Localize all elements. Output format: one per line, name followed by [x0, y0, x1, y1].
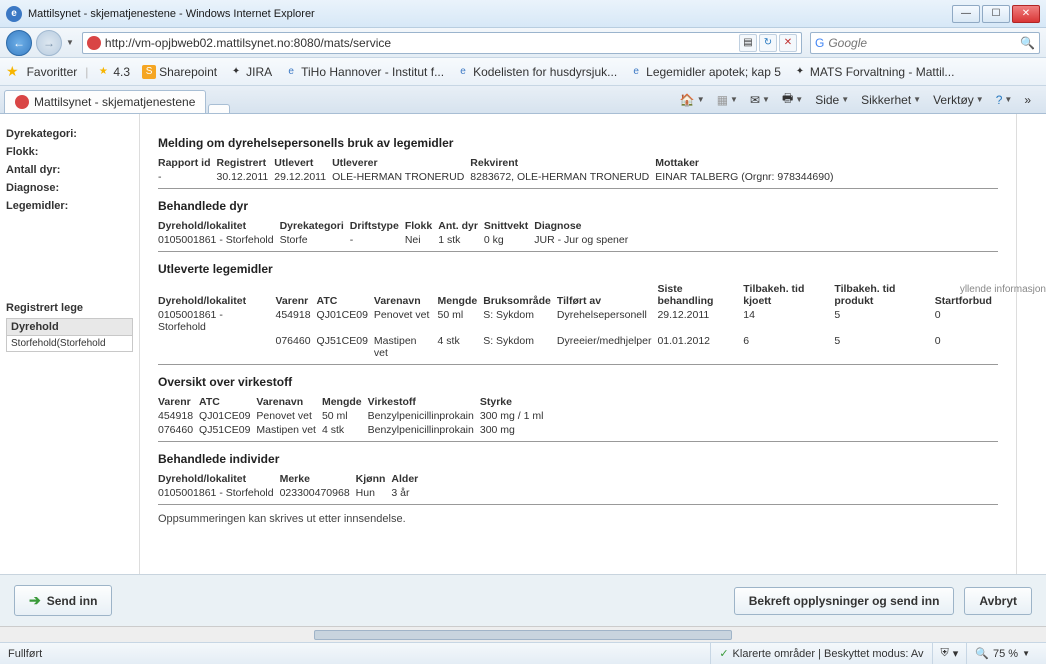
utleverte-table: Dyrehold/lokalitetVarenrATCVarenavnMengd…	[158, 282, 998, 360]
feeds-button[interactable]: ▦▼	[714, 91, 741, 109]
status-bar: Fullført ✓Klarerte områder | Beskyttet m…	[0, 642, 1046, 664]
status-protected-toggle[interactable]: ⛨▾	[932, 643, 967, 664]
expand-icon[interactable]: »	[1021, 91, 1034, 109]
dyrehold-value: Storfehold(Storfehold	[7, 336, 132, 351]
fav-item-jira[interactable]: ✦JIRA	[225, 63, 276, 81]
favorites-bar: ★ Favoritter | ★4.3 SSharepoint ✦JIRA eT…	[0, 58, 1046, 86]
hint-text: yllende informasjon	[960, 284, 1046, 295]
command-bar: 🏠▼ ▦▼ ✉▼ 🖶▼ Side▼ Sikkerhet▼ Verktøy▼ ?▼…	[677, 86, 1042, 113]
search-icon[interactable]: 🔍	[1020, 36, 1035, 50]
checkmark-icon: ✓	[719, 647, 728, 660]
page-menu[interactable]: Side▼	[812, 91, 852, 109]
tab-strip: Mattilsynet - skjematjenestene 🏠▼ ▦▼ ✉▼ …	[0, 86, 1046, 114]
table-row: 076460QJ51CE09Mastipen vet4 stkS: Sykdom…	[158, 334, 998, 360]
refresh-icon[interactable]: ↻	[759, 34, 777, 52]
rapport-table: Rapport id Registrert Utlevert Utleverer…	[158, 156, 839, 184]
label-flokk: Flokk:	[6, 146, 133, 158]
table-row: -30.12.201129.12.2011OLE-HERMAN TRONERUD…	[158, 170, 839, 184]
print-button[interactable]: 🖶▼	[779, 87, 806, 112]
table-row: 0105001861 - Storfehold454918QJ01CE09Pen…	[158, 308, 998, 334]
virkestoff-table: VarenrATCVarenavnMengdeVirkestoffStyrke …	[158, 395, 549, 437]
window-titlebar: e Mattilsynet - skjematjenestene - Windo…	[0, 0, 1046, 28]
send-button[interactable]: ➔ Send inn	[14, 585, 112, 616]
minimize-button[interactable]: —	[952, 5, 980, 23]
summary-note: Oppsummeringen kan skrives ut etter inns…	[158, 513, 998, 525]
ie-icon: e	[6, 6, 22, 22]
favorites-label[interactable]: Favoritter	[23, 63, 82, 81]
home-button[interactable]: 🏠▼	[677, 91, 708, 109]
home-icon: 🏠	[680, 93, 695, 107]
history-dropdown-icon[interactable]: ▼	[66, 38, 74, 47]
fav-item-tiho[interactable]: eTiHo Hannover - Institut f...	[280, 63, 448, 81]
zoom-control[interactable]: 🔍75 %▼	[966, 643, 1038, 664]
page-heading: Melding om dyrehelsepersonells bruk av l…	[158, 136, 998, 150]
fav-item-sharepoint[interactable]: SSharepoint	[138, 63, 221, 81]
help-icon: ?	[996, 93, 1003, 107]
section-individer: Behandlede individer	[158, 452, 998, 466]
rss-icon: ▦	[717, 93, 728, 107]
individer-table: Dyrehold/lokalitetMerkeKjønnAlder 010500…	[158, 472, 424, 500]
tab-title: Mattilsynet - skjematjenestene	[34, 95, 195, 109]
nav-toolbar: ← → ▼ ▤ ↻ ✕ G 🔍	[0, 28, 1046, 58]
zoom-icon: 🔍	[975, 647, 989, 660]
mail-button[interactable]: ✉▼	[747, 91, 773, 109]
fav-item-43[interactable]: ★4.3	[92, 63, 134, 81]
site-favicon	[87, 36, 101, 50]
confirm-button[interactable]: Bekreft opplysninger og send inn	[734, 587, 955, 615]
table-row: 0105001861 - Storfehold023300470968Hun3 …	[158, 486, 424, 500]
scrollbar-thumb[interactable]	[314, 630, 732, 640]
browser-tab[interactable]: Mattilsynet - skjematjenestene	[4, 90, 206, 113]
main-panel: Melding om dyrehelsepersonells bruk av l…	[140, 114, 1016, 626]
help-button[interactable]: ?▼	[993, 91, 1016, 109]
behandlede-dyr-table: Dyrehold/lokalitetDyrekategoriDriftstype…	[158, 219, 634, 247]
mail-icon: ✉	[750, 93, 760, 107]
fav-item-mats[interactable]: ✦MATS Forvaltning - Mattil...	[789, 63, 958, 81]
label-dyrekategori: Dyrekategori:	[6, 128, 133, 140]
label-antall-dyr: Antall dyr:	[6, 164, 133, 176]
google-icon: G	[815, 36, 824, 50]
address-bar[interactable]: ▤ ↻ ✕	[82, 32, 802, 54]
favorites-star-icon[interactable]: ★	[6, 63, 19, 80]
print-icon: 🖶	[782, 89, 793, 110]
stop-icon[interactable]: ✕	[779, 34, 797, 52]
status-trust: ✓Klarerte områder | Beskyttet modus: Av	[710, 643, 931, 664]
back-button[interactable]: ←	[6, 30, 32, 56]
fav-item-legemidler[interactable]: eLegemidler apotek; kap 5	[625, 63, 785, 81]
tools-menu[interactable]: Verktøy▼	[930, 91, 987, 109]
arrow-right-icon: ➔	[29, 592, 41, 609]
url-input[interactable]	[105, 36, 735, 50]
section-utleverte: Utleverte legemidler	[158, 262, 998, 276]
page-content: Dyrekategori: Flokk: Antall dyr: Diagnos…	[0, 114, 1046, 626]
table-row: 454918QJ01CE09Penovet vet50 mlBenzylpeni…	[158, 409, 549, 423]
search-input[interactable]	[828, 36, 1020, 50]
compat-icon[interactable]: ▤	[739, 34, 757, 52]
dyrehold-box: Dyrehold Storfehold(Storfehold	[6, 318, 133, 352]
cancel-button[interactable]: Avbryt	[964, 587, 1032, 615]
search-box[interactable]: G 🔍	[810, 32, 1040, 54]
tab-favicon	[15, 95, 29, 109]
table-row: 0105001861 - StorfeholdStorfe-Nei1 stk0 …	[158, 233, 634, 247]
new-tab-button[interactable]	[208, 104, 230, 113]
close-button[interactable]: ✕	[1012, 5, 1040, 23]
left-sidebar: Dyrekategori: Flokk: Antall dyr: Diagnos…	[0, 114, 140, 626]
right-gutter: yllende informasjon	[1016, 114, 1046, 626]
maximize-button[interactable]: ☐	[982, 5, 1010, 23]
section-virkestoff: Oversikt over virkestoff	[158, 375, 998, 389]
label-registrert-lege: Registrert lege	[6, 302, 133, 314]
table-row: 076460QJ51CE09Mastipen vet4 stkBenzylpen…	[158, 423, 549, 437]
action-bar: ➔ Send inn Bekreft opplysninger og send …	[0, 574, 1046, 626]
window-title: Mattilsynet - skjematjenestene - Windows…	[28, 8, 952, 20]
label-legemidler: Legemidler:	[6, 200, 133, 212]
forward-button[interactable]: →	[36, 30, 62, 56]
horizontal-scrollbar[interactable]	[0, 626, 1046, 642]
safety-menu[interactable]: Sikkerhet▼	[858, 91, 924, 109]
section-behandlede-dyr: Behandlede dyr	[158, 199, 998, 213]
status-text: Fullført	[8, 648, 42, 660]
shield-icon: ⛨	[941, 647, 949, 660]
fav-item-kodelisten[interactable]: eKodelisten for husdyrsjuk...	[452, 63, 621, 81]
dyrehold-header: Dyrehold	[7, 319, 132, 336]
label-diagnose: Diagnose:	[6, 182, 133, 194]
